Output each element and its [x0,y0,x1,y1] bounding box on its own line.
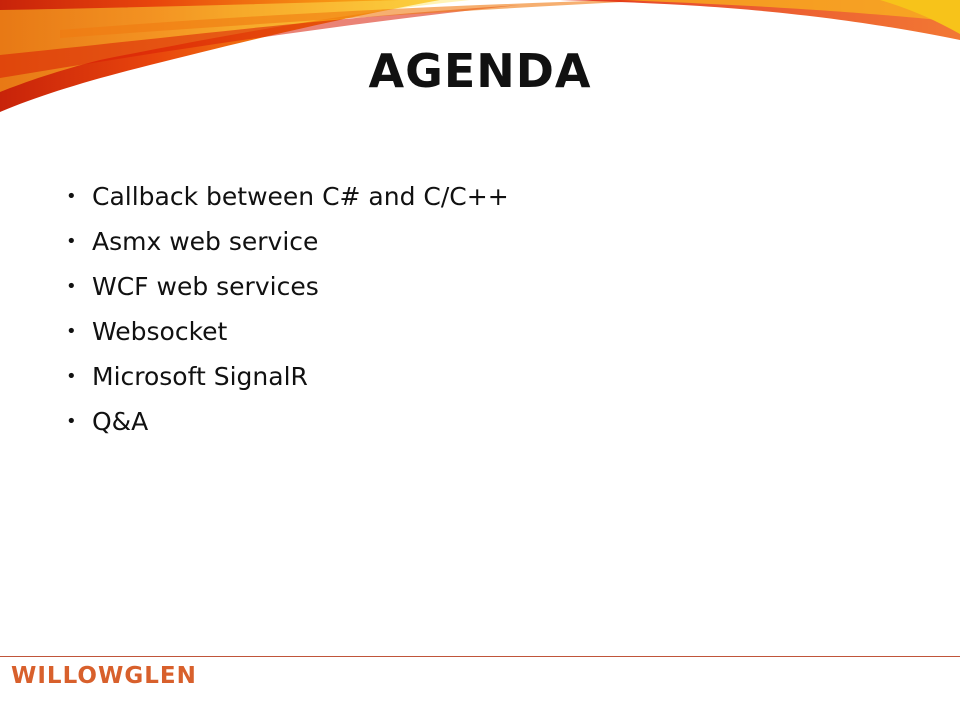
list-item-text: Callback between C# and C/C++ [92,182,509,211]
list-item-text: Asmx web service [92,227,319,256]
list-item: • Asmx web service [66,219,509,264]
slide-title: AGENDA [368,44,592,98]
slide: AGENDA • Callback between C# and C/C++ •… [0,0,960,720]
bullet-icon: • [66,186,77,207]
list-item-text: Websocket [92,317,228,346]
list-item: • Q&A [66,399,509,444]
list-item: • WCF web services [66,264,509,309]
bullet-icon: • [66,411,77,432]
list-item: • Websocket [66,309,509,354]
list-item: • Callback between C# and C/C++ [66,174,509,219]
list-item-text: WCF web services [92,272,319,301]
agenda-list: • Callback between C# and C/C++ • Asmx w… [66,174,509,444]
list-item: • Microsoft SignalR [66,354,509,399]
list-item-text: Microsoft SignalR [92,362,308,391]
bullet-icon: • [66,276,77,297]
footer-divider [0,656,960,657]
list-item-text: Q&A [92,407,149,436]
bullet-icon: • [66,321,77,342]
willowglen-logo: WILLOWGLEN [11,663,197,689]
bullet-icon: • [66,231,77,252]
bullet-icon: • [66,366,77,387]
